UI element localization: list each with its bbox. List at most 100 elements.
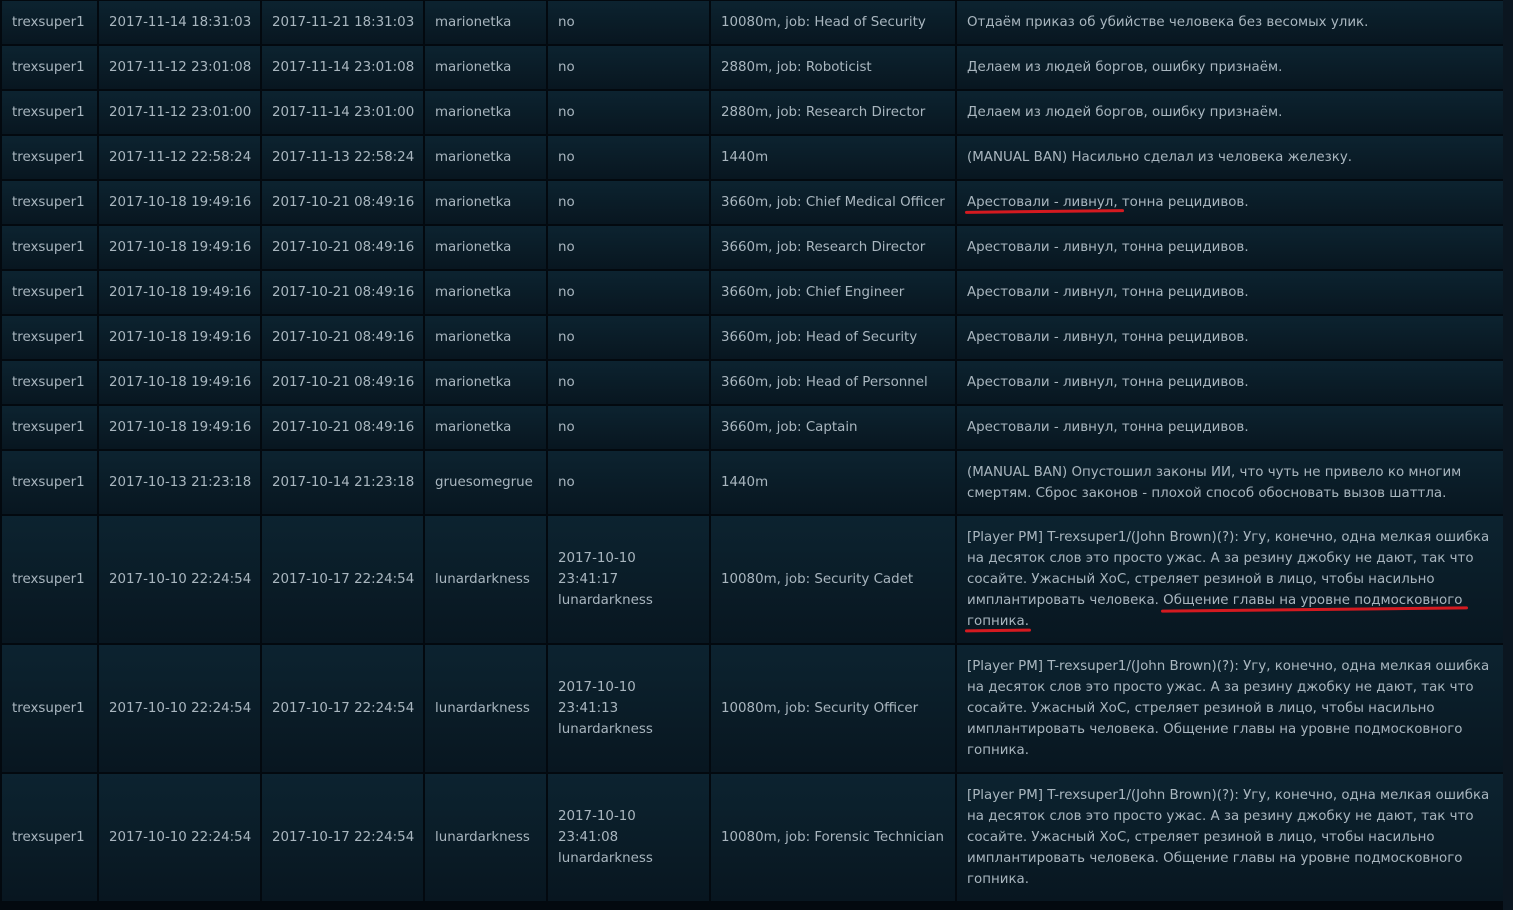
reason-text: имплантировать человека. [967, 593, 1164, 608]
ban-table: trexsuper1 2017-11-14 18:31:03 2017-11-21 … [0, 0, 1503, 903]
reason-line: гопника. [967, 872, 1029, 887]
duration-cell: 1440m [711, 451, 955, 514]
reason-cell: [Player PM] T-rexsuper1/(John Brown)(?):… [957, 516, 1503, 643]
unban-status: no [558, 150, 575, 165]
ban-row: trexsuper1 2017-10-18 19:49:16 2017-10-21 … [2, 181, 1503, 224]
ban-row: trexsuper1 2017-10-10 22:24:54 2017-10-17 … [2, 516, 1503, 643]
ban-row: trexsuper1 2017-10-10 22:24:54 2017-10-17 … [2, 645, 1503, 772]
reason-text: Общение главы на уровне подмосковного [1163, 593, 1463, 608]
admin-cell: marionetka [425, 91, 546, 134]
reason-cell: [Player PM] T-rexsuper1/(John Brown)(?):… [957, 774, 1503, 901]
unban-cell: no [548, 181, 709, 224]
duration-cell: 3660m, job: Head of Security [711, 316, 955, 359]
ckey-cell: trexsuper1 [2, 271, 97, 314]
underlined-text: гопника [964, 614, 1031, 633]
ban-time-cell: 2017-10-13 21:23:18 [99, 451, 260, 514]
admin-cell: marionetka [425, 406, 546, 449]
unban-status: no [558, 60, 575, 75]
ckey-cell: trexsuper1 [2, 406, 97, 449]
expiry-time-cell: 2017-10-21 08:49:16 [262, 361, 423, 404]
expiry-time-cell: 2017-11-14 23:01:08 [262, 46, 423, 89]
underlined-text: Арестовали - ливнул, [964, 195, 1124, 214]
reason-cell: (MANUAL BAN) Опустошил законы ИИ, что чу… [957, 451, 1503, 514]
unban-cell: no [548, 271, 709, 314]
reason-line: [Player PM] T-rexsuper1/(John Brown)(?):… [967, 530, 1490, 545]
expiry-time-cell: 2017-10-21 08:49:16 [262, 271, 423, 314]
vertical-scrollbar[interactable] [1503, 0, 1513, 910]
reason-text: Арестовали - ливнул, [967, 195, 1118, 210]
admin-cell: lunardarkness [425, 645, 546, 772]
expiry-time-cell: 2017-10-21 08:49:16 [262, 226, 423, 269]
reason-cell: [Player PM] T-rexsuper1/(John Brown)(?):… [957, 645, 1503, 772]
unban-cell: no [548, 1, 709, 44]
unbanned-by: lunardarkness [558, 722, 653, 737]
red-underline-annotation [964, 628, 1031, 633]
expiry-time-cell: 2017-10-21 08:49:16 [262, 406, 423, 449]
unban-status: no [558, 375, 575, 390]
ban-time-cell: 2017-10-10 22:24:54 [99, 516, 260, 643]
ckey-cell: trexsuper1 [2, 451, 97, 514]
ckey-cell: trexsuper1 [2, 181, 97, 224]
unban-status: 2017-10-10 23:41:17 [558, 551, 636, 587]
unban-status: no [558, 420, 575, 435]
reason-line: гопника. [964, 611, 1493, 633]
admin-cell: marionetka [425, 226, 546, 269]
unban-status: no [558, 475, 575, 490]
duration-cell: 2880m, job: Research Director [711, 91, 955, 134]
ban-table-body: trexsuper1 2017-11-14 18:31:03 2017-11-21 … [2, 1, 1503, 901]
duration-cell: 10080m, job: Head of Security [711, 1, 955, 44]
ban-time-cell: 2017-11-14 18:31:03 [99, 1, 260, 44]
unban-status: no [558, 330, 575, 345]
reason-line: [Player PM] T-rexsuper1/(John Brown)(?):… [967, 788, 1490, 803]
duration-cell: 3660m, job: Head of Personnel [711, 361, 955, 404]
expiry-time-cell: 2017-10-17 22:24:54 [262, 645, 423, 772]
ban-time-cell: 2017-10-18 19:49:16 [99, 406, 260, 449]
ban-row: trexsuper1 2017-10-18 19:49:16 2017-10-21 … [2, 226, 1503, 269]
unban-cell: no [548, 316, 709, 359]
duration-cell: 3660m, job: Research Director [711, 226, 955, 269]
expiry-time-cell: 2017-10-17 22:24:54 [262, 774, 423, 901]
unban-status: 2017-10-10 23:41:08 [558, 809, 636, 845]
ckey-cell: trexsuper1 [2, 516, 97, 643]
expiry-time-cell: 2017-11-21 18:31:03 [262, 1, 423, 44]
ban-time-cell: 2017-11-12 23:01:00 [99, 91, 260, 134]
ban-row: trexsuper1 2017-11-14 18:31:03 2017-11-21 … [2, 1, 1503, 44]
ban-time-cell: 2017-10-10 22:24:54 [99, 645, 260, 772]
duration-cell: 10080m, job: Security Officer [711, 645, 955, 772]
unban-cell: no [548, 91, 709, 134]
reason-text: тонна рецидивов. [1117, 195, 1249, 210]
ban-row: trexsuper1 2017-10-10 22:24:54 2017-10-17 … [2, 774, 1503, 901]
ckey-cell: trexsuper1 [2, 136, 97, 179]
admin-cell: marionetka [425, 271, 546, 314]
reason-text: . [1024, 614, 1029, 629]
admin-cell: marionetka [425, 1, 546, 44]
reason-line: сосайте. Ужасный ХоС, стреляет резиной в… [967, 830, 1435, 845]
ckey-cell: trexsuper1 [2, 361, 97, 404]
ban-row: trexsuper1 2017-11-12 22:58:24 2017-11-13 … [2, 136, 1503, 179]
ban-time-cell: 2017-11-12 23:01:08 [99, 46, 260, 89]
admin-cell: marionetka [425, 46, 546, 89]
ckey-cell: trexsuper1 [2, 1, 97, 44]
ban-row: trexsuper1 2017-10-13 21:23:18 2017-10-14 … [2, 451, 1503, 514]
ban-row: trexsuper1 2017-10-18 19:49:16 2017-10-21 … [2, 361, 1503, 404]
expiry-time-cell: 2017-11-14 23:01:00 [262, 91, 423, 134]
unban-cell: no [548, 451, 709, 514]
reason-cell: Арестовали - ливнул, тонна рецидивов. [957, 181, 1503, 224]
reason-cell: Отдаём приказ об убийстве человека без в… [957, 1, 1503, 44]
duration-cell: 3660m, job: Captain [711, 406, 955, 449]
ban-time-cell: 2017-10-18 19:49:16 [99, 271, 260, 314]
unban-status: no [558, 285, 575, 300]
reason-cell: Арестовали - ливнул, тонна рецидивов. [957, 406, 1503, 449]
duration-cell: 1440m [711, 136, 955, 179]
reason-line: на десяток слов это просто ужас. А за ре… [967, 680, 1474, 695]
ban-time-cell: 2017-10-18 19:49:16 [99, 316, 260, 359]
unban-cell: 2017-10-10 23:41:08 lunardarkness [548, 774, 709, 901]
expiry-time-cell: 2017-10-14 21:23:18 [262, 451, 423, 514]
admin-cell: lunardarkness [425, 774, 546, 901]
underlined-text: Общение главы на уровне подмосковного [1161, 593, 1469, 613]
expiry-time-cell: 2017-11-13 22:58:24 [262, 136, 423, 179]
reason-cell: Арестовали - ливнул, тонна рецидивов. [957, 316, 1503, 359]
reason-text: гопника [967, 614, 1025, 629]
reason-line: гопника. [967, 743, 1029, 758]
duration-cell: 10080m, job: Forensic Technician [711, 774, 955, 901]
